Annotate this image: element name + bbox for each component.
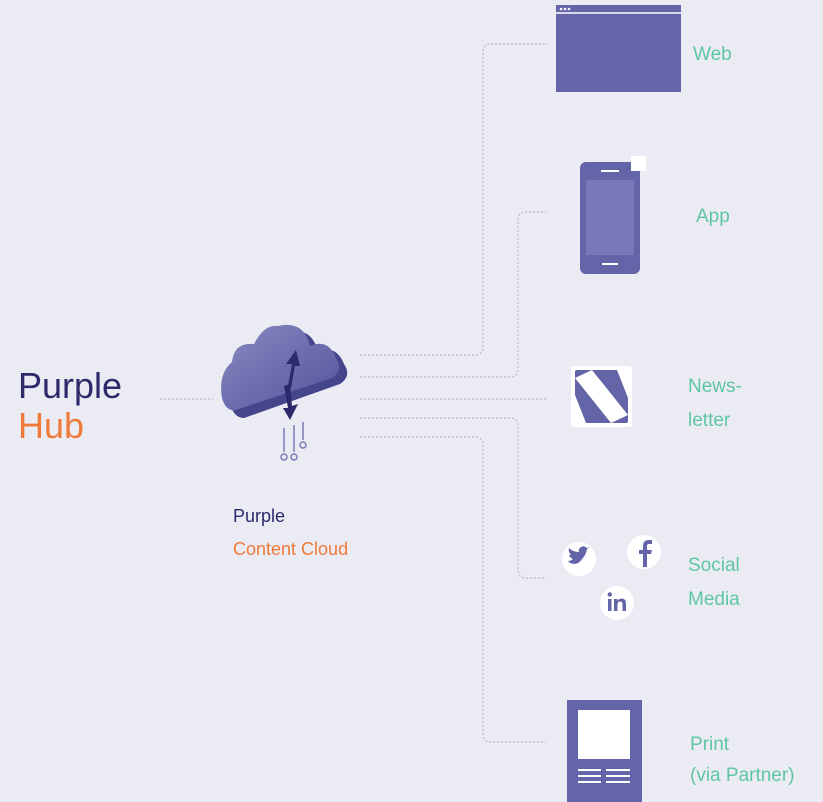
smartphone-icon	[580, 156, 646, 274]
print-document-icon	[567, 700, 642, 802]
connector-social-media	[360, 417, 546, 579]
label-newsletter-line2: letter	[688, 410, 731, 431]
label-print-line1: Print	[690, 734, 730, 755]
social-media-icons	[562, 535, 661, 620]
label-social-line2: Media	[688, 589, 740, 610]
twitter-icon	[562, 542, 596, 576]
label-app: App	[696, 206, 730, 227]
label-print-line2: (via Partner)	[690, 765, 795, 786]
browser-window-icon	[556, 5, 681, 92]
connector-lines	[160, 43, 548, 743]
cloud-caption-line2: Content Cloud	[233, 539, 349, 559]
circuit-leads-icon	[280, 422, 307, 461]
facebook-icon	[627, 535, 661, 569]
label-newsletter-line1: News-	[688, 376, 742, 397]
cloud-caption-line1: Purple	[233, 506, 286, 526]
linkedin-icon	[600, 586, 634, 620]
hub-title-line2: Hub	[18, 405, 85, 446]
label-social-line1: Social	[688, 555, 740, 576]
connector-print	[360, 436, 546, 743]
hub-title-line1: Purple	[18, 365, 123, 406]
label-web: Web	[693, 44, 732, 65]
connector-app	[360, 211, 546, 378]
connector-web	[360, 43, 548, 356]
cloud-icon	[221, 324, 348, 461]
newsletter-icon	[571, 366, 632, 427]
